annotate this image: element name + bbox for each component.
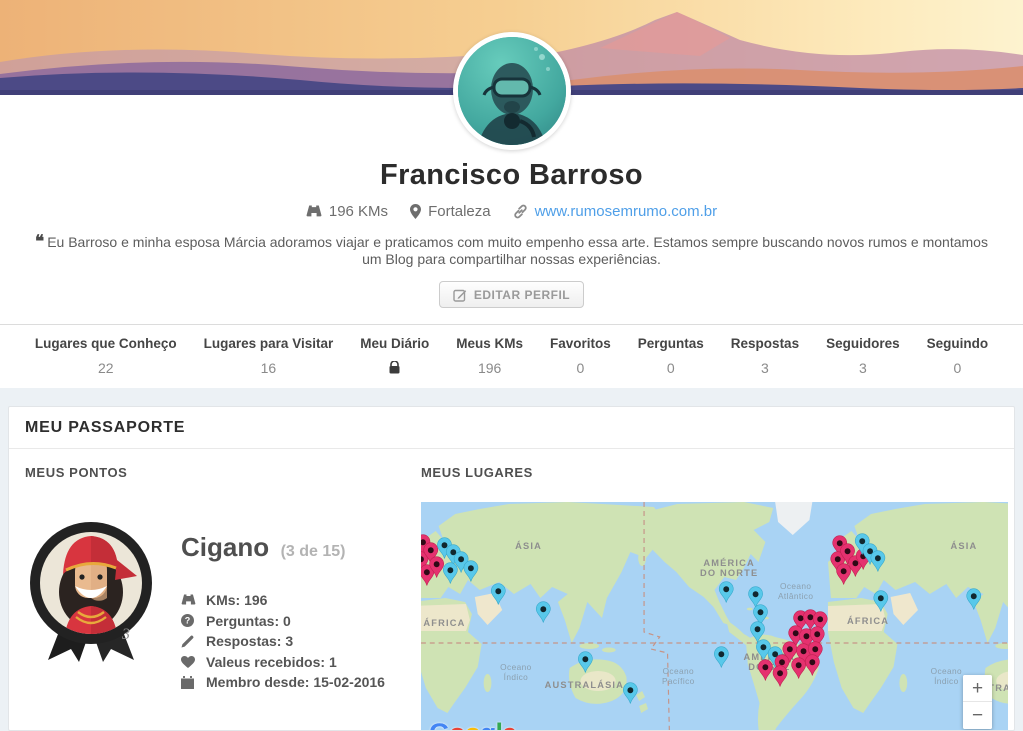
svg-text:?: ?: [185, 616, 191, 626]
scuba-diver-photo: [458, 37, 566, 145]
places-column: MEUS LUGARES: [421, 465, 1008, 731]
stat-label: Seguindo: [927, 336, 989, 351]
edit-profile-label: EDITAR PERFIL: [474, 288, 570, 302]
zoom-in-button[interactable]: +: [963, 675, 992, 702]
points-item: Membro desde: 15-02-2016: [181, 672, 385, 693]
stat-label: Meu Diário: [360, 336, 429, 351]
stat-value: 0: [927, 360, 989, 375]
quote-icon: ❝: [35, 232, 42, 251]
points-item-label: Valeus recebidos: 1: [206, 654, 337, 670]
profile-stats-bar: Lugares que Conheço 22 Lugares para Visita…: [0, 324, 1023, 388]
map-label: ÁFRICA: [423, 617, 465, 628]
level-badge: 3: [25, 520, 157, 693]
map-label: ÁSIA: [515, 540, 542, 551]
stat-value: 196: [456, 360, 523, 375]
profile-info-row: 196 KMs Fortaleza www.rumosemrumo.com.br: [0, 203, 1023, 220]
stat-meus-kms[interactable]: Meus KMs 196: [456, 336, 523, 375]
profile-bio: ❝ Eu Barroso e minha esposa Márcia adoram…: [24, 233, 999, 268]
website-link[interactable]: www.rumosemrumo.com.br: [535, 203, 718, 220]
profile-avatar: [453, 32, 571, 150]
question-icon: ?: [181, 614, 196, 627]
points-item-label: Respostas: 3: [206, 633, 293, 649]
stat-value: 22: [35, 360, 177, 375]
binoculars-icon: [306, 205, 322, 218]
map-label: AUSTRALÁSIA: [545, 679, 624, 690]
bio-text: Eu Barroso e minha esposa Márcia adoramo…: [47, 234, 988, 267]
stat-label: Meus KMs: [456, 336, 523, 351]
cover-photo: [0, 0, 1023, 95]
cigano-badge-image: 3: [25, 520, 157, 668]
kms-info: 196 KMs: [306, 203, 388, 220]
stat-seguidores[interactable]: Seguidores 3: [826, 336, 900, 375]
passport-title: MEU PASSAPORTE: [9, 407, 1014, 449]
stat-perguntas[interactable]: Perguntas 0: [638, 336, 704, 375]
map-label: Atlântico: [778, 591, 813, 601]
stat-label: Perguntas: [638, 336, 704, 351]
passport-card: MEU PASSAPORTE MEUS PONTOS: [8, 406, 1015, 731]
map-canvas: ÁSIAAMÉRICADO NORTEOceanoAtlânticoÁFRICA…: [421, 502, 1008, 731]
map-label: DO NORTE: [700, 567, 758, 578]
map-label: Oceano: [931, 666, 962, 676]
stat-lugares-que-conhe-o[interactable]: Lugares que Conheço 22: [35, 336, 177, 375]
stat-seguindo[interactable]: Seguindo 0: [927, 336, 989, 375]
stat-label: Lugares para Visitar: [204, 336, 334, 351]
profile-name: Francisco Barroso: [0, 159, 1023, 192]
level-progress: (3 de 15): [281, 543, 346, 560]
stat-value: 0: [550, 360, 611, 375]
map-label: Índico: [934, 676, 958, 686]
stat-label: Lugares que Conheço: [35, 336, 177, 351]
map-zoom-control: + −: [963, 675, 992, 729]
map-label: Pacífico: [662, 676, 695, 686]
edit-pencil-icon: [453, 288, 467, 302]
points-item: Respostas: 3: [181, 631, 385, 652]
stat-favoritos[interactable]: Favoritos 0: [550, 336, 611, 375]
map-label: ÁFRICA: [847, 615, 889, 626]
stat-value: 0: [638, 360, 704, 375]
stat-value: 3: [826, 360, 900, 375]
stat-value: [360, 360, 429, 375]
kms-value: 196 KMs: [329, 203, 388, 220]
map-label: Oceano: [663, 666, 694, 676]
map-label: ÁSIA: [951, 540, 978, 551]
calendar-icon: [181, 676, 196, 689]
location-info: Fortaleza: [410, 203, 491, 220]
map-label: Oceano: [780, 581, 811, 591]
website-info: www.rumosemrumo.com.br: [513, 203, 718, 220]
map-label: Índico: [504, 672, 528, 682]
points-item: Valeus recebidos: 1: [181, 652, 385, 673]
points-item: KMs: 196: [181, 590, 385, 611]
location-value: Fortaleza: [428, 203, 491, 220]
points-item-label: Membro desde: 15-02-2016: [206, 674, 385, 690]
map-label: Oceano: [500, 662, 531, 672]
stat-lugares-para-visitar[interactable]: Lugares para Visitar 16: [204, 336, 334, 375]
edit-profile-button[interactable]: EDITAR PERFIL: [439, 281, 584, 308]
world-map[interactable]: ÁSIAAMÉRICADO NORTEOceanoAtlânticoÁFRICA…: [421, 502, 1008, 731]
points-title: MEUS PONTOS: [25, 465, 413, 480]
level-name: Cigano: [181, 532, 269, 562]
stat-value: 3: [731, 360, 799, 375]
page-background: MEU PASSAPORTE MEUS PONTOS: [0, 388, 1023, 731]
stat-label: Seguidores: [826, 336, 900, 351]
stat-label: Favoritos: [550, 336, 611, 351]
map-marker-icon: [410, 204, 421, 219]
lock-icon: [389, 361, 400, 374]
points-column: MEUS PONTOS: [25, 465, 413, 731]
stat-meu-di-rio[interactable]: Meu Diário: [360, 336, 429, 375]
stat-value: 16: [204, 360, 334, 375]
points-item-label: Perguntas: 0: [206, 613, 291, 629]
points-item-label: KMs: 196: [206, 592, 267, 608]
stat-respostas[interactable]: Respostas 3: [731, 336, 799, 375]
link-icon: [513, 204, 528, 219]
points-item: ? Perguntas: 0: [181, 611, 385, 632]
badge-number: 3: [121, 626, 130, 643]
binoculars-icon: [181, 594, 196, 606]
places-title: MEUS LUGARES: [421, 465, 1008, 480]
pencil-icon: [181, 635, 196, 648]
heart-icon: [181, 656, 196, 668]
points-list: KMs: 196? Perguntas: 0 Respostas: 3 Valeus …: [181, 590, 385, 693]
stat-label: Respostas: [731, 336, 799, 351]
